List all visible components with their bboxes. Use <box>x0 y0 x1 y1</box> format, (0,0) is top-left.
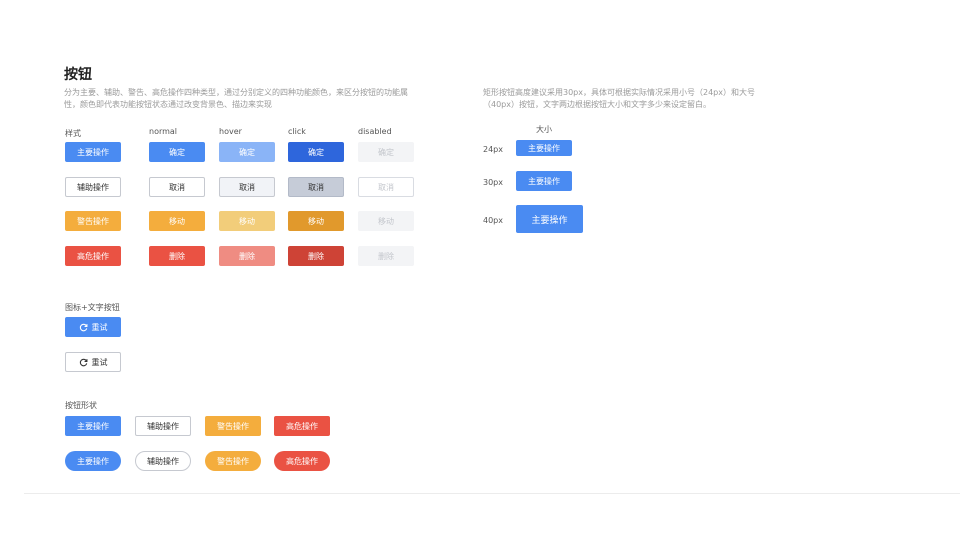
aux-style-button[interactable]: 辅助操作 <box>65 177 121 197</box>
danger-hover-button[interactable]: 删除 <box>219 246 275 266</box>
column-header-click: click <box>288 127 306 136</box>
retry-label: 重试 <box>91 357 108 367</box>
size-medium-label: 30px <box>483 178 503 187</box>
size-large-button[interactable]: 主要操作 <box>516 205 583 233</box>
danger-style-button[interactable]: 高危操作 <box>65 246 121 266</box>
primary-hover-button[interactable]: 确定 <box>219 142 275 162</box>
warn-style-button[interactable]: 警告操作 <box>65 211 121 231</box>
pill-danger-button[interactable]: 高危操作 <box>274 451 330 471</box>
pill-warn-button[interactable]: 警告操作 <box>205 451 261 471</box>
bottom-divider <box>24 493 960 494</box>
size-medium-button[interactable]: 主要操作 <box>516 171 572 191</box>
rect-aux-button[interactable]: 辅助操作 <box>135 416 191 436</box>
warn-normal-button[interactable]: 移动 <box>149 211 205 231</box>
danger-click-button[interactable]: 删除 <box>288 246 344 266</box>
rect-danger-button[interactable]: 高危操作 <box>274 416 330 436</box>
rect-warn-button[interactable]: 警告操作 <box>205 416 261 436</box>
primary-style-button[interactable]: 主要操作 <box>65 142 121 162</box>
danger-normal-button[interactable]: 删除 <box>149 246 205 266</box>
icon-text-heading: 图标+文字按钮 <box>65 303 120 312</box>
description-left: 分为主要、辅助、警告、高危操作四种类型，通过分别定义的四种功能颜色，来区分按钮的… <box>64 88 408 109</box>
pill-primary-button[interactable]: 主要操作 <box>65 451 121 471</box>
retry-aux-button[interactable]: 重试 <box>65 352 121 372</box>
aux-disabled-button: 取消 <box>358 177 414 197</box>
column-header-hover: hover <box>219 127 242 136</box>
refresh-icon <box>79 323 88 332</box>
rect-primary-button[interactable]: 主要操作 <box>65 416 121 436</box>
sizes-heading: 大小 <box>536 125 552 134</box>
pill-aux-button[interactable]: 辅助操作 <box>135 451 191 471</box>
size-large-label: 40px <box>483 216 503 225</box>
aux-hover-button[interactable]: 取消 <box>219 177 275 197</box>
page-title: 按钮 <box>64 67 92 83</box>
size-small-label: 24px <box>483 145 503 154</box>
primary-click-button[interactable]: 确定 <box>288 142 344 162</box>
refresh-icon <box>79 358 88 367</box>
warn-click-button[interactable]: 移动 <box>288 211 344 231</box>
retry-primary-button[interactable]: 重试 <box>65 317 121 337</box>
retry-label: 重试 <box>91 322 108 332</box>
shapes-heading: 按钮形状 <box>65 401 97 410</box>
description-right: 矩形按钮高度建议采用30px，具体可根据实际情况采用小号（24px）和大号（40… <box>483 88 755 109</box>
aux-normal-button[interactable]: 取消 <box>149 177 205 197</box>
primary-disabled-button: 确定 <box>358 142 414 162</box>
danger-disabled-button: 删除 <box>358 246 414 266</box>
size-small-button[interactable]: 主要操作 <box>516 140 572 156</box>
warn-hover-button[interactable]: 移动 <box>219 211 275 231</box>
warn-disabled-button: 移动 <box>358 211 414 231</box>
aux-click-button[interactable]: 取消 <box>288 177 344 197</box>
primary-normal-button[interactable]: 确定 <box>149 142 205 162</box>
column-header-disabled: disabled <box>358 127 392 136</box>
column-header-normal: normal <box>149 127 178 136</box>
column-header-style: 样式 <box>65 129 81 138</box>
